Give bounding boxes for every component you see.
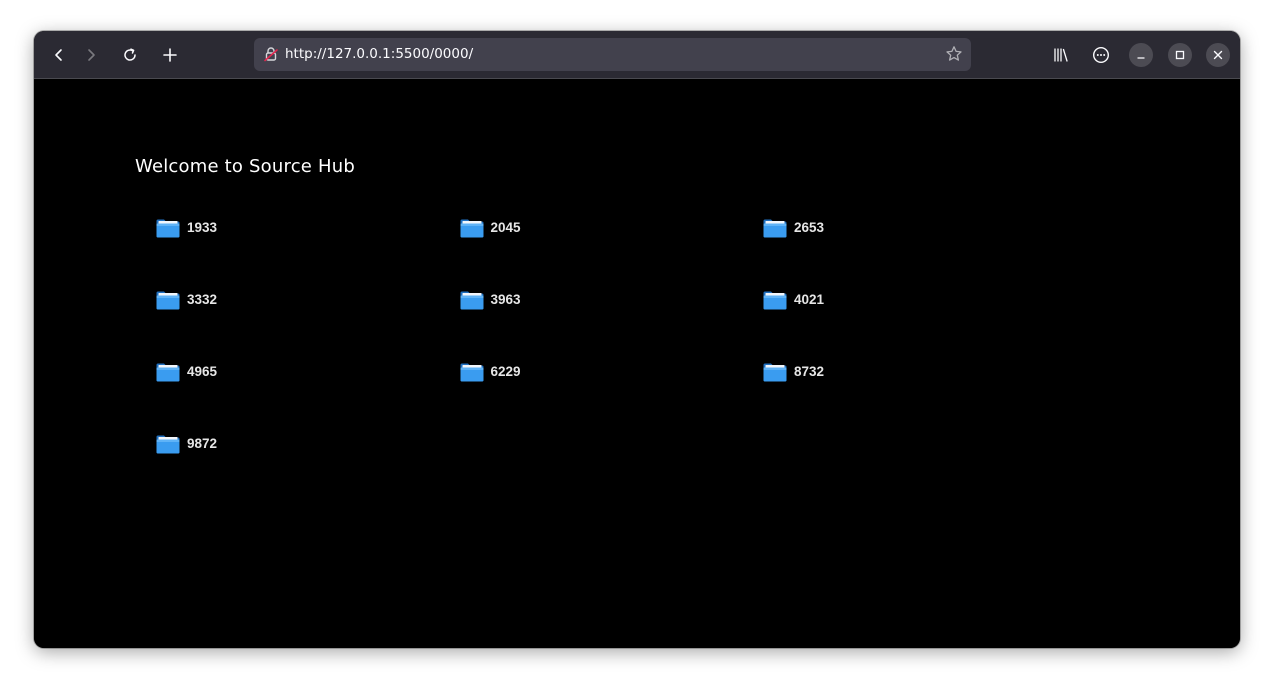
folder-label: 9872 [187,436,218,451]
folder-label: 2653 [794,220,825,235]
folder-icon [460,291,483,310]
menu-button[interactable] [1088,42,1114,68]
folder-link[interactable]: 9872 [155,433,459,457]
star-icon[interactable] [945,45,963,63]
library-button[interactable] [1048,42,1074,68]
folder-icon [763,363,787,382]
folder-link[interactable]: 4965 [155,361,459,385]
plus-icon [163,48,177,62]
browser-window: http://127.0.0.1:5500/0000/ Welcome to S… [34,31,1240,648]
folder-icon [156,363,180,382]
folder-icon [156,435,180,454]
folder-link[interactable]: 3332 [155,289,459,313]
folder-label: 3332 [187,292,218,307]
folder-link[interactable]: 4021 [762,289,1066,313]
folder-label: 4021 [794,292,825,307]
maximize-icon [1175,50,1185,60]
arrow-left-icon [55,49,62,61]
folder-link[interactable]: 2653 [762,217,1066,241]
browser-toolbar: http://127.0.0.1:5500/0000/ [34,31,1240,79]
folder-label: 6229 [490,364,521,379]
reload-button[interactable] [115,40,145,70]
insecure-lock-icon [264,47,278,62]
folder-icon [460,219,483,238]
folder-icon [763,219,787,238]
more-icon [1092,46,1110,64]
folder-label: 2045 [490,220,521,235]
folder-icon [156,291,180,310]
forward-button[interactable] [76,40,106,70]
folder-icon [460,363,483,382]
folder-label: 8732 [794,364,825,379]
arrow-right-icon [88,49,95,61]
back-button[interactable] [44,40,74,70]
page-content: Welcome to Source Hub 1933 2045 2653 3332 39… [34,79,1240,648]
folder-label: 4965 [187,364,218,379]
reload-icon [124,48,136,61]
folder-grid: 1933 2045 2653 3332 3963 4021 4965 6229 8732 9872 [155,217,1075,505]
folder-icon [763,291,787,310]
folder-icon [156,219,180,238]
url-text[interactable]: http://127.0.0.1:5500/0000/ [285,38,473,71]
folder-link[interactable]: 3963 [459,289,763,313]
folder-label: 1933 [187,220,218,235]
close-icon [1213,50,1223,60]
library-icon [1054,48,1068,62]
folder-link[interactable]: 2045 [459,217,763,241]
page-title: Welcome to Source Hub [135,156,355,177]
folder-link[interactable]: 8732 [762,361,1066,385]
new-tab-button[interactable] [155,40,185,70]
folder-link[interactable]: 1933 [155,217,459,241]
minimize-button[interactable] [1129,43,1153,67]
maximize-button[interactable] [1168,43,1192,67]
address-bar[interactable]: http://127.0.0.1:5500/0000/ [254,38,971,71]
close-button[interactable] [1206,43,1230,67]
folder-link[interactable]: 6229 [459,361,763,385]
folder-label: 3963 [490,292,521,307]
minimize-icon [1137,57,1145,59]
